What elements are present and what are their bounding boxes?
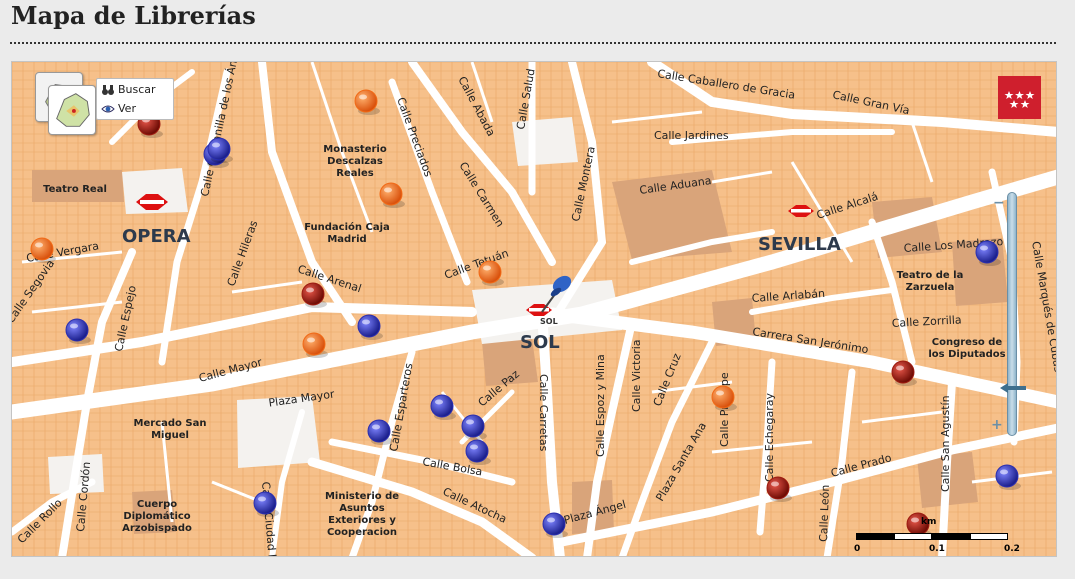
blue-marker-dot <box>430 394 454 418</box>
district-label: SOL <box>520 332 560 353</box>
place-label: Zarzuela <box>906 282 955 293</box>
blue-marker-dot <box>975 240 999 264</box>
place-label: Mercado San <box>134 418 207 429</box>
svg-text:Teatro Real: Teatro Real <box>43 184 107 195</box>
place-label: Ministerio de <box>325 491 399 502</box>
street-label: Calle Echegaray <box>763 392 776 482</box>
scale-unit: km <box>921 517 937 527</box>
region-thumbnail[interactable] <box>48 85 96 135</box>
street-label: Calle Espoz y Mina <box>594 354 607 457</box>
orange-marker-dot <box>379 182 403 206</box>
street-label: Calle San Agustín <box>939 395 952 492</box>
blue-marker-dot <box>465 439 489 463</box>
search-label: Buscar <box>118 83 156 96</box>
red-marker-dot <box>891 360 915 384</box>
search-button[interactable]: Buscar <box>101 81 156 99</box>
scale-bar: km 0 0.1 0.2 <box>852 517 1032 556</box>
orange-marker-dot <box>711 385 735 409</box>
blue-marker-dot <box>253 491 277 515</box>
view-label: Ver <box>118 102 136 115</box>
place-label: Cooperacion <box>327 527 397 538</box>
place-label: Reales <box>336 168 373 179</box>
map-viewport[interactable]: Calle Caballero de Gracia Calle Gran Vía… <box>11 61 1057 557</box>
place-label: Monasterio <box>323 144 387 155</box>
street-label: Calle Victoria <box>630 339 643 412</box>
svg-text:Ministerio deAsuntosExteriores: Ministerio de Asuntos Exteriores y Cooperac… <box>325 491 399 538</box>
metro-label: SOL <box>540 317 558 326</box>
svg-text:Teatro de laZarzuela: Teatro de la Zarzuela <box>897 270 964 293</box>
scale-segment <box>970 533 1008 540</box>
place-label: Asuntos <box>339 503 385 514</box>
district-label: SEVILLA <box>758 234 841 255</box>
place-label: Madrid <box>327 234 366 245</box>
map-tool-panel: Buscar Ver <box>96 78 174 120</box>
binoculars-icon <box>102 85 114 95</box>
eye-icon <box>101 105 115 113</box>
orange-marker-dot <box>478 260 502 284</box>
orange-marker-dot <box>302 332 326 356</box>
zoom-handle[interactable] <box>1000 383 1026 393</box>
blue-marker-dot <box>995 464 1019 488</box>
scale-segment <box>894 533 932 540</box>
scale-segment <box>932 533 970 540</box>
blue-marker-dot <box>207 137 231 161</box>
place-label: Fundación Caja <box>304 221 390 233</box>
orange-marker-dot <box>30 237 54 261</box>
svg-text:Congreso delos Diputados: Congreso de los Diputados <box>928 337 1005 360</box>
blue-marker-dot <box>542 512 566 536</box>
scale-tick-label: 0 <box>854 544 861 554</box>
orange-marker-dot <box>354 89 378 113</box>
region-map-icon <box>56 93 90 127</box>
place-label: Miguel <box>151 430 189 441</box>
blue-marker-dot <box>65 318 89 342</box>
place-label: Descalzas <box>327 156 383 167</box>
street-map[interactable]: Calle Caballero de Gracia Calle Gran Vía… <box>12 62 1057 557</box>
place-label: Teatro de la <box>897 270 964 281</box>
place-label: los Diputados <box>928 349 1005 360</box>
zoom-in-button[interactable]: + <box>991 417 1003 433</box>
scale-segment <box>856 533 894 540</box>
blue-marker-dot <box>461 414 485 438</box>
comunidad-madrid-flag-logo <box>998 76 1041 119</box>
place-label: Diplomático <box>123 510 190 522</box>
district-label: OPERA <box>122 226 191 247</box>
street-label: Calle Carretas <box>537 374 550 452</box>
blue-marker-dot <box>367 419 391 443</box>
page-title: Mapa de Librerías <box>11 1 256 30</box>
place-label: Congreso de <box>932 337 1003 348</box>
title-divider <box>10 42 1056 44</box>
scale-tick-label: 0.2 <box>1004 544 1020 554</box>
place-label: Cuerpo <box>137 499 177 510</box>
place-label: Arzobispado <box>122 523 192 534</box>
street-label: Calle Jardines <box>654 129 729 142</box>
red-marker-dot <box>301 282 325 306</box>
zoom-slider[interactable] <box>1007 192 1017 436</box>
view-button[interactable]: Ver <box>101 100 136 118</box>
blue-marker-dot <box>357 314 381 338</box>
street-label: Calle León <box>817 484 832 542</box>
zoom-out-button[interactable]: − <box>993 195 1005 211</box>
place-label: Exteriores y <box>328 515 396 526</box>
place-label: Teatro Real <box>43 184 107 195</box>
red-marker-dot <box>766 476 790 500</box>
scale-tick-label: 0.1 <box>929 544 945 554</box>
